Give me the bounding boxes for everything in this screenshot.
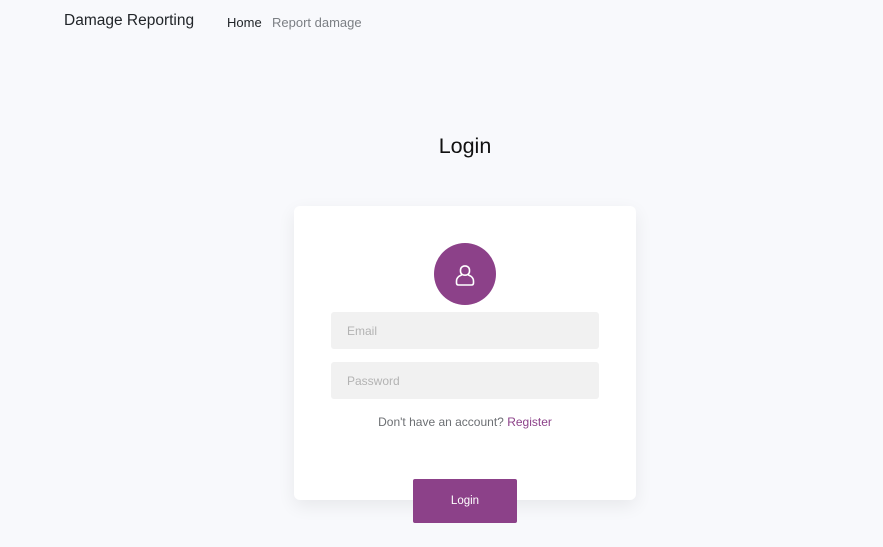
register-link[interactable]: Register — [507, 415, 552, 429]
avatar — [434, 243, 496, 305]
nav-link-home[interactable]: Home — [227, 15, 262, 30]
page-title: Login — [438, 134, 492, 158]
brand-link[interactable]: Damage Reporting — [64, 12, 194, 30]
login-card: Don't have an account? Register — [294, 206, 636, 500]
user-icon — [454, 262, 476, 286]
register-line: Don't have an account? Register — [294, 415, 636, 429]
register-prompt: Don't have an account? — [378, 415, 504, 429]
nav-link-report-damage[interactable]: Report damage — [272, 15, 362, 30]
navbar: Damage Reporting Home Report damage — [0, 0, 883, 44]
password-field[interactable] — [331, 362, 599, 399]
email-field[interactable] — [331, 312, 599, 349]
login-button[interactable]: Login — [413, 479, 517, 523]
